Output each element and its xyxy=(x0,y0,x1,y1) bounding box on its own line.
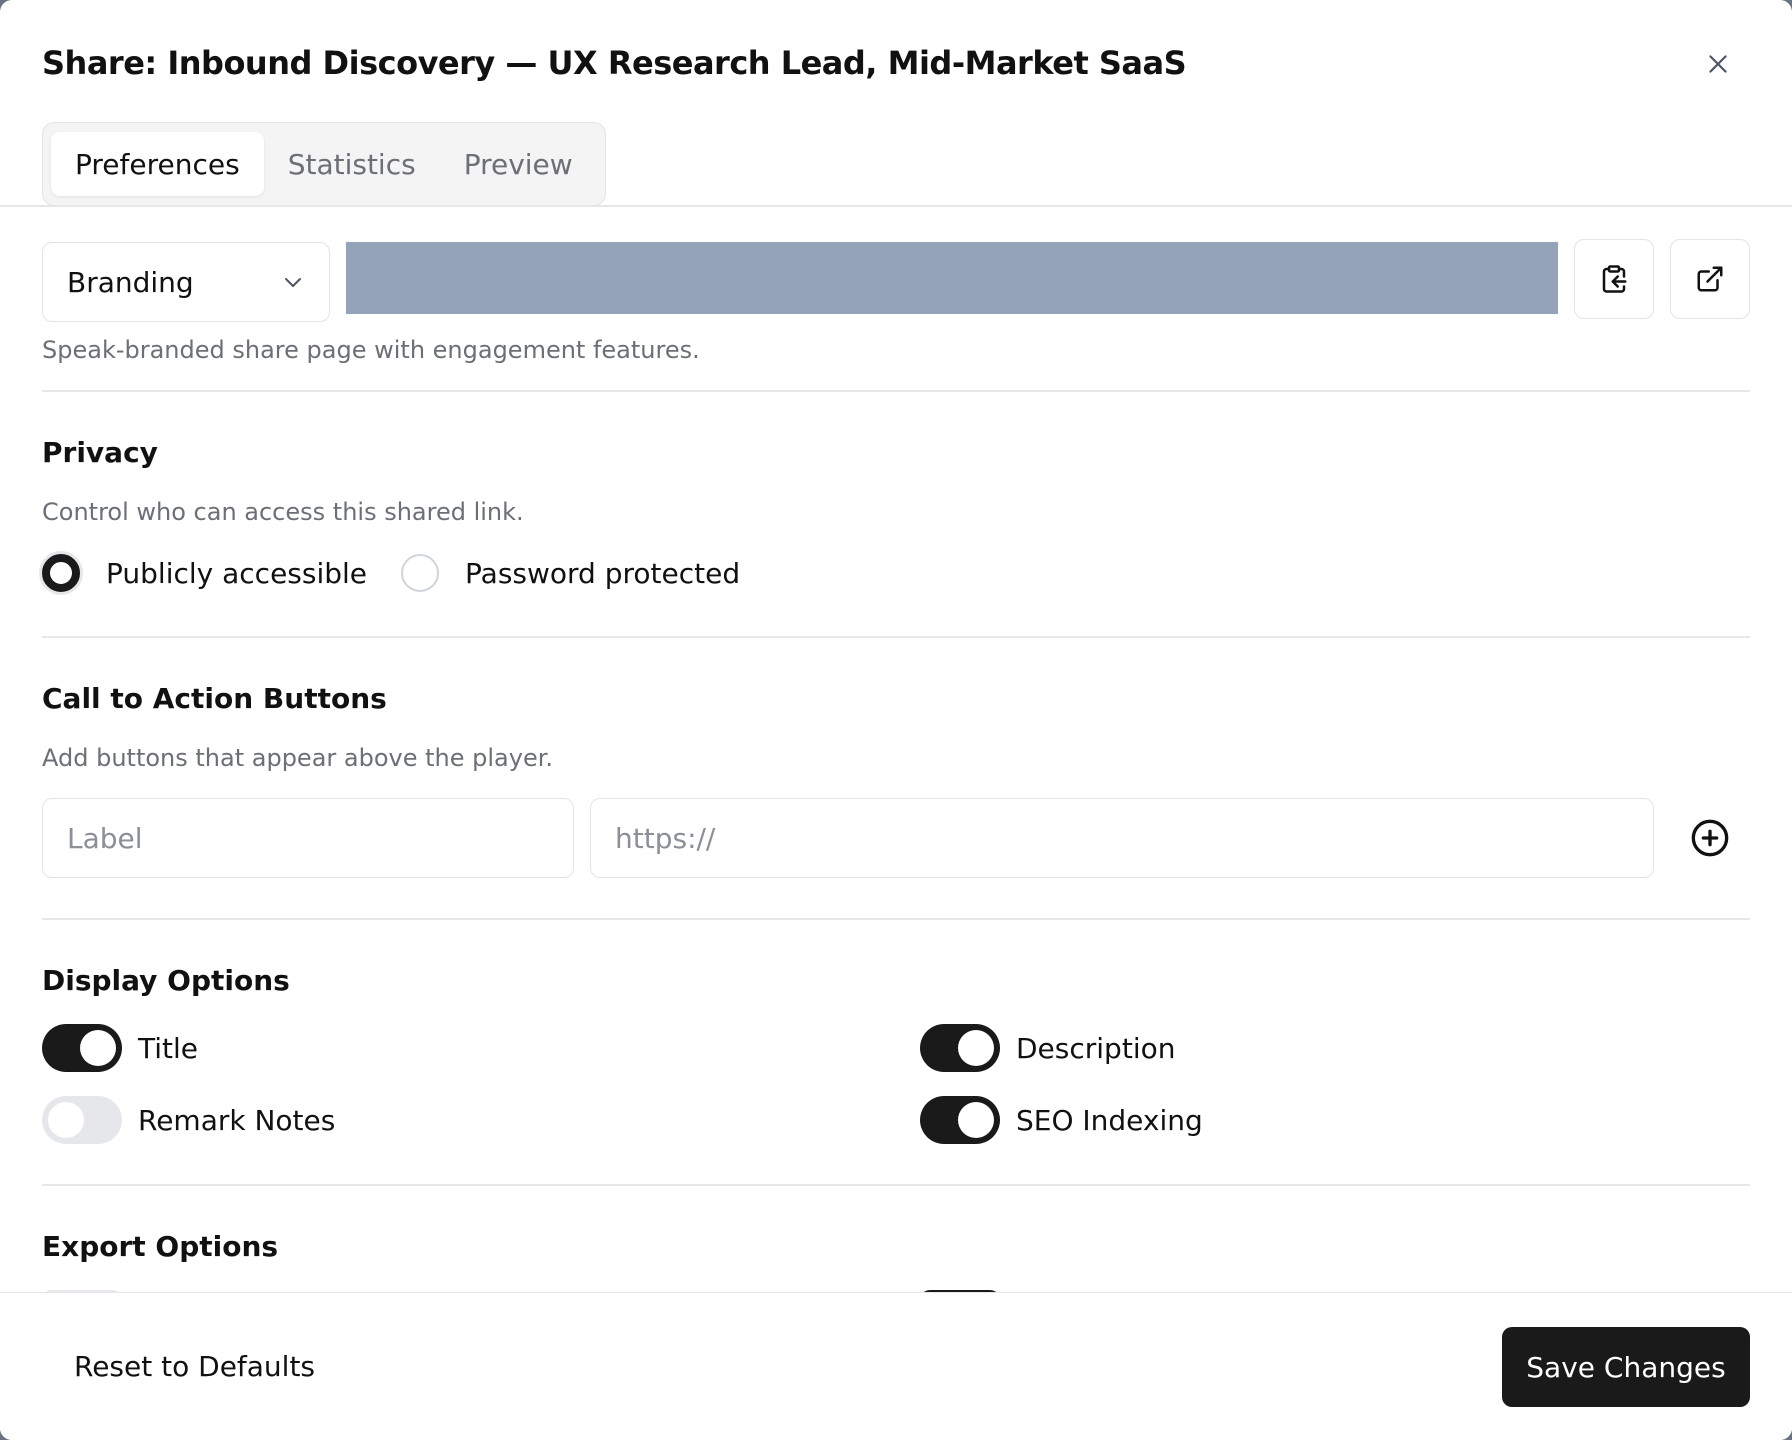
toggle-row-remark-notes: Remark Notes xyxy=(42,1096,335,1144)
privacy-description: Control who can access this shared link. xyxy=(42,498,524,526)
toggle-seo-indexing-label: SEO Indexing xyxy=(1016,1103,1203,1137)
divider xyxy=(42,636,1750,638)
toggle-remark-notes[interactable] xyxy=(42,1096,122,1144)
cta-title: Call to Action Buttons xyxy=(42,682,387,715)
share-mode-value: Branding xyxy=(67,265,194,299)
dialog-footer: Reset to Defaults Save Changes xyxy=(0,1292,1792,1440)
toggle-knob xyxy=(958,1102,994,1138)
display-options-title: Display Options xyxy=(42,964,290,997)
external-link-icon xyxy=(1697,266,1723,292)
tab-preview[interactable]: Preview xyxy=(440,132,597,196)
toggle-description-label: Description xyxy=(1016,1031,1176,1065)
radio-password-label: Password protected xyxy=(465,556,741,590)
plus-circle-icon xyxy=(1691,819,1729,857)
share-url-field[interactable] xyxy=(346,242,1558,314)
toggle-title-label: Title xyxy=(138,1031,199,1065)
close-button[interactable] xyxy=(1700,46,1736,82)
divider xyxy=(42,390,1750,392)
toggle-knob xyxy=(48,1102,84,1138)
toggle-row-seo-indexing: SEO Indexing xyxy=(920,1096,1203,1144)
privacy-title: Privacy xyxy=(42,436,158,469)
open-link-button[interactable] xyxy=(1670,239,1750,319)
toggle-description[interactable] xyxy=(920,1024,1000,1072)
toggle-knob xyxy=(80,1030,116,1066)
toggle-title[interactable] xyxy=(42,1024,122,1072)
radio-password[interactable] xyxy=(401,554,440,592)
divider xyxy=(42,1184,1750,1186)
share-dialog: Share: Inbound Discovery — UX Research L… xyxy=(0,0,1792,1440)
radio-public-label: Publicly accessible xyxy=(106,556,368,590)
export-options-title: Export Options xyxy=(42,1230,279,1263)
toggle-seo-indexing[interactable] xyxy=(920,1096,1000,1144)
share-mode-select[interactable]: Branding xyxy=(42,242,330,322)
save-changes-button[interactable]: Save Changes xyxy=(1502,1327,1750,1407)
clipboard-copy-icon xyxy=(1602,265,1627,293)
toggle-remark-notes-label: Remark Notes xyxy=(138,1103,336,1137)
chevron-down-icon xyxy=(285,278,301,287)
toggle-row-description: Description xyxy=(920,1024,1175,1072)
cta-description: Add buttons that appear above the player… xyxy=(42,744,554,772)
tab-preferences[interactable]: Preferences xyxy=(51,132,264,196)
radio-public[interactable] xyxy=(42,554,80,592)
add-cta-button[interactable] xyxy=(1690,818,1730,858)
toggle-knob xyxy=(958,1030,994,1066)
cta-url-input[interactable] xyxy=(590,798,1654,878)
close-icon xyxy=(1709,55,1727,73)
privacy-options: Publicly accessible Password protected xyxy=(42,554,740,592)
share-mode-description: Speak-branded share page with engagement… xyxy=(42,336,700,364)
cta-label-input[interactable] xyxy=(42,798,574,878)
copy-link-button[interactable] xyxy=(1574,239,1654,319)
tab-bar: Preferences Statistics Preview xyxy=(42,122,606,206)
divider xyxy=(42,918,1750,920)
toggle-row-title: Title xyxy=(42,1024,198,1072)
reset-defaults-button[interactable]: Reset to Defaults xyxy=(42,1327,347,1405)
tab-statistics[interactable]: Statistics xyxy=(264,132,440,196)
dialog-title: Share: Inbound Discovery — UX Research L… xyxy=(42,44,1187,82)
tab-divider xyxy=(0,205,1792,207)
